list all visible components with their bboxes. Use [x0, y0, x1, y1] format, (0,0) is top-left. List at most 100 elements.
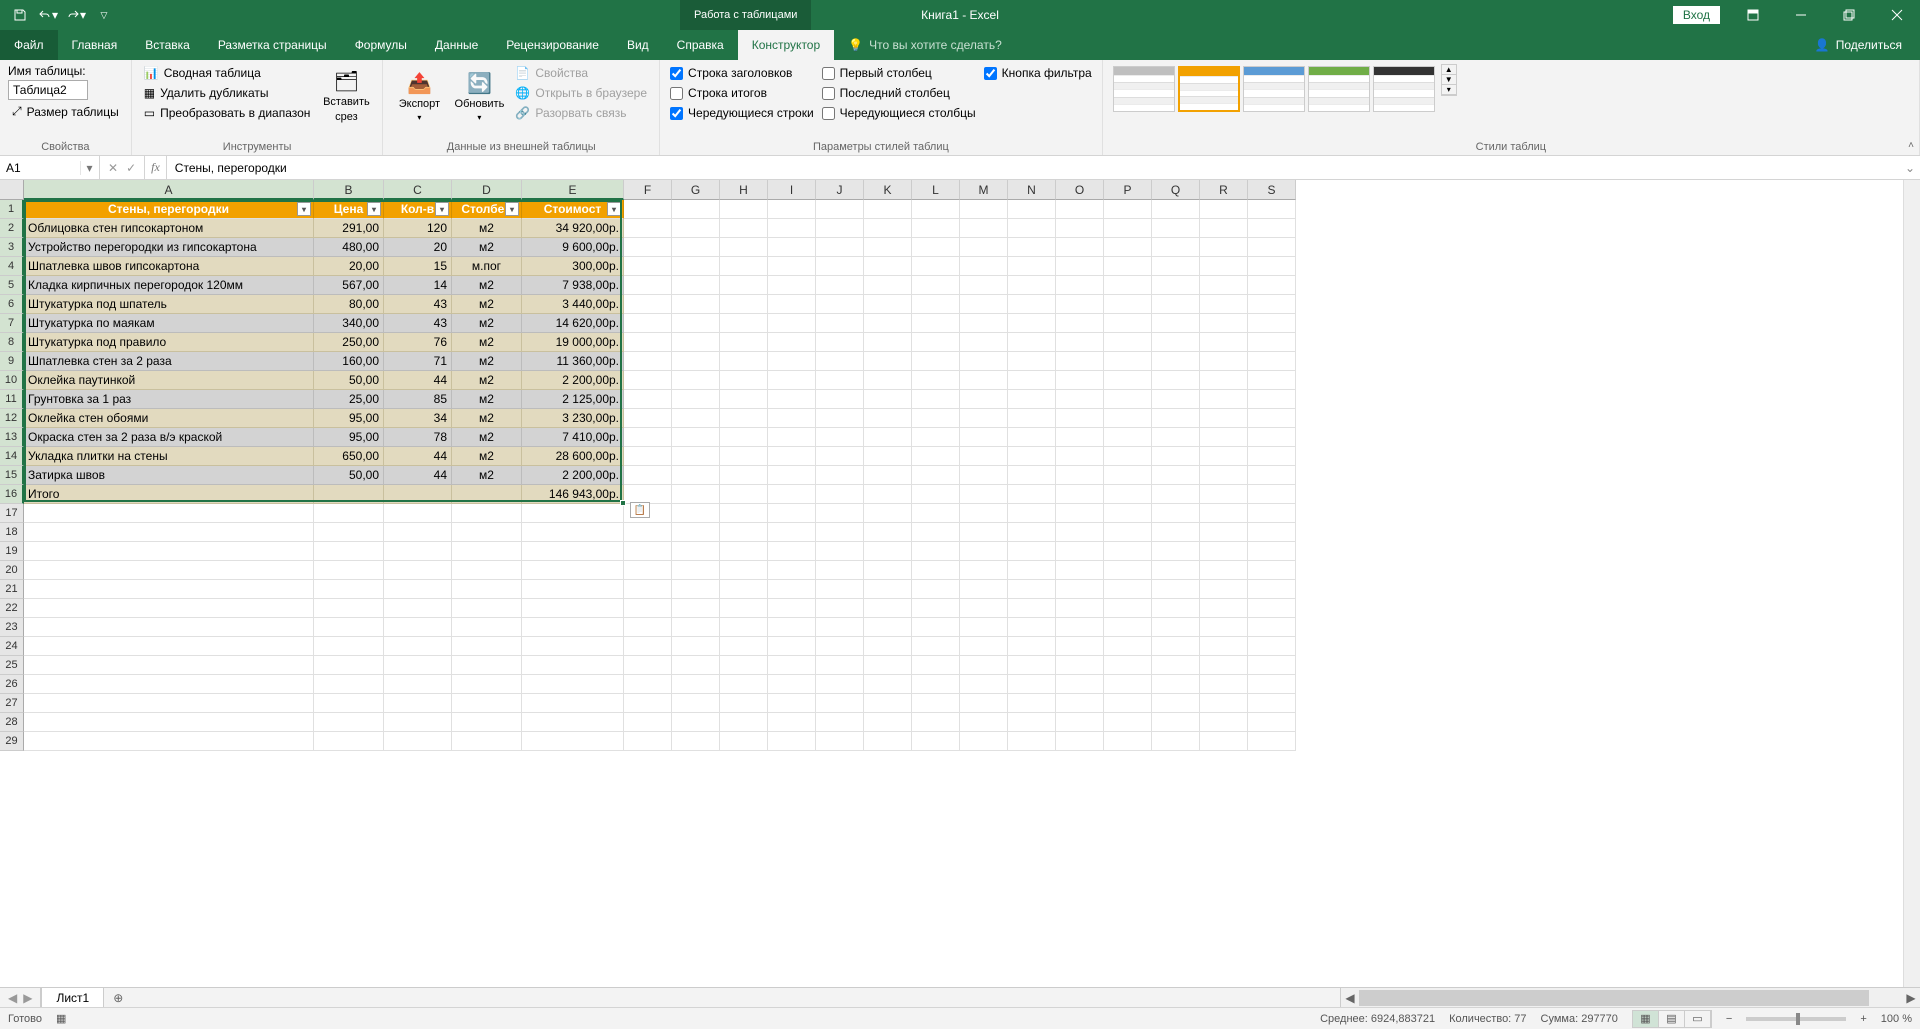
cell[interactable]: 44 — [384, 447, 452, 466]
cell[interactable] — [1152, 428, 1200, 447]
row-header[interactable]: 25 — [0, 656, 24, 675]
cell[interactable] — [720, 276, 768, 295]
cell[interactable] — [912, 675, 960, 694]
cell[interactable] — [24, 656, 314, 675]
cell[interactable]: 2 125,00р. — [522, 390, 624, 409]
cell[interactable] — [1200, 295, 1248, 314]
cell[interactable]: 71 — [384, 352, 452, 371]
cell[interactable] — [720, 333, 768, 352]
cell[interactable] — [1008, 295, 1056, 314]
cell[interactable] — [1104, 656, 1152, 675]
cell[interactable] — [960, 466, 1008, 485]
filter-dropdown-icon[interactable]: ▾ — [607, 202, 621, 216]
cell[interactable] — [1248, 656, 1296, 675]
cell[interactable] — [314, 618, 384, 637]
cancel-formula-icon[interactable]: ✕ — [108, 161, 118, 175]
row-header[interactable]: 19 — [0, 542, 24, 561]
cell[interactable] — [624, 390, 672, 409]
cell[interactable] — [624, 618, 672, 637]
cell[interactable]: 14 — [384, 276, 452, 295]
cell[interactable] — [1248, 333, 1296, 352]
cell[interactable] — [1152, 333, 1200, 352]
cell[interactable] — [672, 656, 720, 675]
cell[interactable] — [864, 580, 912, 599]
cell[interactable] — [768, 542, 816, 561]
cell[interactable] — [816, 295, 864, 314]
cell[interactable] — [1008, 542, 1056, 561]
view-pagebreak-icon[interactable]: ▭ — [1685, 1011, 1711, 1027]
cell[interactable] — [522, 580, 624, 599]
cell[interactable] — [912, 466, 960, 485]
cell[interactable] — [672, 675, 720, 694]
row-header[interactable]: 15 — [0, 466, 24, 485]
cell[interactable]: Затирка швов — [24, 466, 314, 485]
cell[interactable] — [960, 675, 1008, 694]
tab-formulas[interactable]: Формулы — [341, 30, 421, 60]
cell[interactable]: 95,00 — [314, 409, 384, 428]
cell[interactable] — [384, 656, 452, 675]
cell[interactable] — [768, 447, 816, 466]
cell[interactable] — [672, 523, 720, 542]
cell[interactable] — [960, 618, 1008, 637]
cell[interactable] — [672, 466, 720, 485]
accept-formula-icon[interactable]: ✓ — [126, 161, 136, 175]
cell[interactable] — [960, 371, 1008, 390]
cell[interactable] — [1200, 219, 1248, 238]
tab-home[interactable]: Главная — [58, 30, 132, 60]
cell[interactable] — [1248, 295, 1296, 314]
cell[interactable] — [384, 561, 452, 580]
cell[interactable] — [1008, 276, 1056, 295]
redo-icon[interactable]: ▾ — [64, 3, 88, 27]
cell[interactable]: 3 230,00р. — [522, 409, 624, 428]
cell[interactable] — [912, 485, 960, 504]
cell[interactable] — [1056, 276, 1104, 295]
cell[interactable] — [768, 504, 816, 523]
cell[interactable] — [1104, 257, 1152, 276]
cell[interactable]: 650,00 — [314, 447, 384, 466]
column-header[interactable]: P — [1104, 180, 1152, 200]
cell[interactable] — [522, 618, 624, 637]
cell[interactable] — [1152, 371, 1200, 390]
gallery-down-icon[interactable]: ▼ — [1442, 75, 1456, 85]
cell[interactable] — [1104, 295, 1152, 314]
cell[interactable] — [864, 485, 912, 504]
cell[interactable] — [624, 637, 672, 656]
column-header[interactable]: M — [960, 180, 1008, 200]
cell[interactable] — [1056, 561, 1104, 580]
signin-button[interactable]: Вход — [1673, 6, 1720, 24]
cell[interactable] — [314, 561, 384, 580]
cell[interactable] — [1056, 675, 1104, 694]
cell[interactable] — [1008, 352, 1056, 371]
cell[interactable]: 76 — [384, 333, 452, 352]
column-header[interactable]: L — [912, 180, 960, 200]
cell[interactable] — [1200, 732, 1248, 751]
cell[interactable] — [864, 637, 912, 656]
tab-page-layout[interactable]: Разметка страницы — [204, 30, 341, 60]
cell[interactable] — [816, 390, 864, 409]
cell[interactable] — [314, 637, 384, 656]
cell[interactable] — [1104, 561, 1152, 580]
cell[interactable] — [624, 409, 672, 428]
cell[interactable] — [1104, 447, 1152, 466]
cell[interactable] — [912, 656, 960, 675]
cell[interactable] — [960, 561, 1008, 580]
cell[interactable] — [624, 238, 672, 257]
cell[interactable]: Укладка плитки на стены — [24, 447, 314, 466]
cell[interactable] — [816, 504, 864, 523]
cell[interactable] — [624, 219, 672, 238]
formula-input[interactable] — [167, 156, 1900, 179]
cell[interactable]: Грунтовка за 1 раз — [24, 390, 314, 409]
cell[interactable]: 7 410,00р. — [522, 428, 624, 447]
cell[interactable] — [864, 371, 912, 390]
cell[interactable] — [912, 219, 960, 238]
cell[interactable] — [960, 580, 1008, 599]
collapse-ribbon-icon[interactable]: ˄ — [1908, 140, 1914, 151]
cell[interactable]: Облицовка стен гипсокартоном — [24, 219, 314, 238]
cell[interactable] — [672, 352, 720, 371]
cell[interactable] — [522, 637, 624, 656]
cell[interactable] — [1104, 694, 1152, 713]
column-header[interactable]: H — [720, 180, 768, 200]
cell[interactable] — [864, 694, 912, 713]
cell[interactable] — [1152, 276, 1200, 295]
cell[interactable] — [1104, 238, 1152, 257]
